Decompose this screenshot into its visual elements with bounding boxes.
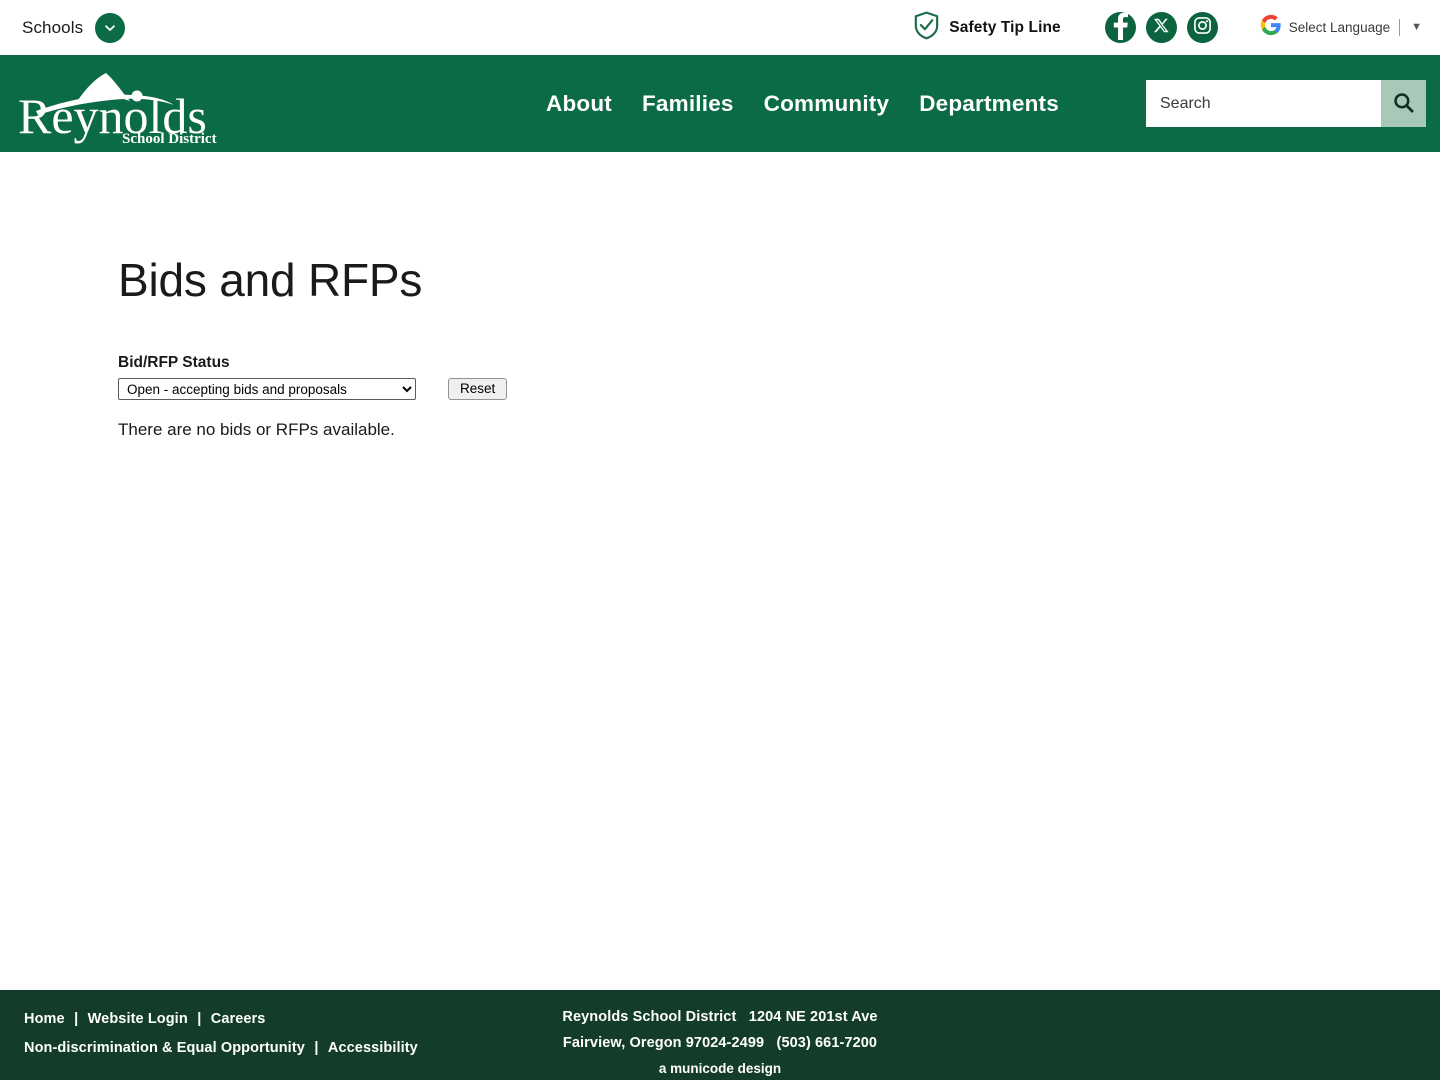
- footer-separator: |: [74, 1011, 79, 1027]
- search-submit-button[interactable]: [1381, 80, 1426, 127]
- instagram-link[interactable]: [1186, 12, 1218, 43]
- footer-separator: |: [314, 1040, 319, 1057]
- safety-tip-line-label: Safety Tip Line: [949, 18, 1061, 36]
- svg-text:School District: School District: [122, 131, 217, 145]
- site-search: [1146, 80, 1426, 127]
- schools-dropdown-toggle[interactable]: [95, 12, 126, 43]
- facebook-icon: [1105, 10, 1136, 46]
- filter-row: Open - accepting bids and proposalsClose…: [118, 378, 1440, 401]
- instagram-icon: [1193, 16, 1212, 40]
- reset-button[interactable]: Reset: [448, 378, 508, 401]
- empty-state-message: There are no bids or RFPs available.: [118, 420, 395, 440]
- footer-links: Home | Website Login | Careers Non-discr…: [24, 1004, 418, 1062]
- footer-separator: |: [197, 1011, 202, 1027]
- nav-item-families[interactable]: Families: [642, 91, 734, 117]
- chevron-down-icon[interactable]: ▼: [1411, 22, 1422, 33]
- social-links: [1104, 10, 1218, 46]
- language-selector[interactable]: Select Language ▼: [1260, 14, 1422, 41]
- site-header: Reynolds School District About Families …: [0, 55, 1440, 152]
- utility-bar-right: Safety Tip Line Select Language ▼: [913, 11, 1422, 45]
- footer-link-website-login[interactable]: Website Login: [88, 1011, 188, 1027]
- nav-item-community[interactable]: Community: [764, 91, 890, 117]
- nav-item-departments[interactable]: Departments: [919, 91, 1059, 117]
- shield-check-icon: [913, 11, 940, 45]
- utility-bar: Schools Safety Tip Line Select Language …: [0, 0, 1440, 55]
- footer-links-row-1: Home | Website Login | Careers: [24, 1004, 418, 1033]
- site-footer: Home | Website Login | Careers Non-discr…: [0, 990, 1440, 1080]
- nav-item-about[interactable]: About: [546, 91, 612, 117]
- google-icon: [1260, 14, 1282, 41]
- footer-links-row-2: Non-discrimination & Equal Opportunity |…: [24, 1033, 418, 1062]
- footer-link-non-discrimination[interactable]: Non-discrimination & Equal Opportunity: [24, 1040, 305, 1056]
- chevron-down-icon: [103, 21, 117, 35]
- bid-status-label: Bid/RFP Status: [118, 354, 230, 372]
- site-logo-link[interactable]: Reynolds School District: [14, 63, 224, 145]
- footer-link-careers[interactable]: Careers: [211, 1011, 266, 1027]
- footer-link-home[interactable]: Home: [24, 1011, 65, 1027]
- schools-label: Schools: [22, 17, 84, 37]
- main-navigation: About Families Community Departments: [546, 91, 1059, 117]
- facebook-link[interactable]: [1104, 10, 1136, 46]
- footer-link-accessibility[interactable]: Accessibility: [328, 1040, 418, 1056]
- language-selector-label: Select Language: [1288, 20, 1391, 35]
- schools-selector[interactable]: Schools: [22, 12, 126, 43]
- x-twitter-link[interactable]: [1145, 12, 1177, 43]
- language-divider: [1399, 19, 1401, 36]
- search-input[interactable]: [1146, 80, 1381, 127]
- main-content: Bids and RFPs Bid/RFP Status Open - acce…: [0, 152, 1440, 990]
- page-title: Bids and RFPs: [118, 254, 423, 306]
- content-inner: Bids and RFPs Bid/RFP Status Open - acce…: [0, 152, 1440, 442]
- search-icon: [1392, 91, 1415, 117]
- reynolds-school-district-logo: Reynolds School District: [14, 63, 224, 145]
- x-twitter-icon: [1153, 17, 1170, 39]
- safety-tip-line-link[interactable]: Safety Tip Line: [913, 11, 1061, 45]
- bid-status-select[interactable]: Open - accepting bids and proposalsClose…: [118, 378, 416, 401]
